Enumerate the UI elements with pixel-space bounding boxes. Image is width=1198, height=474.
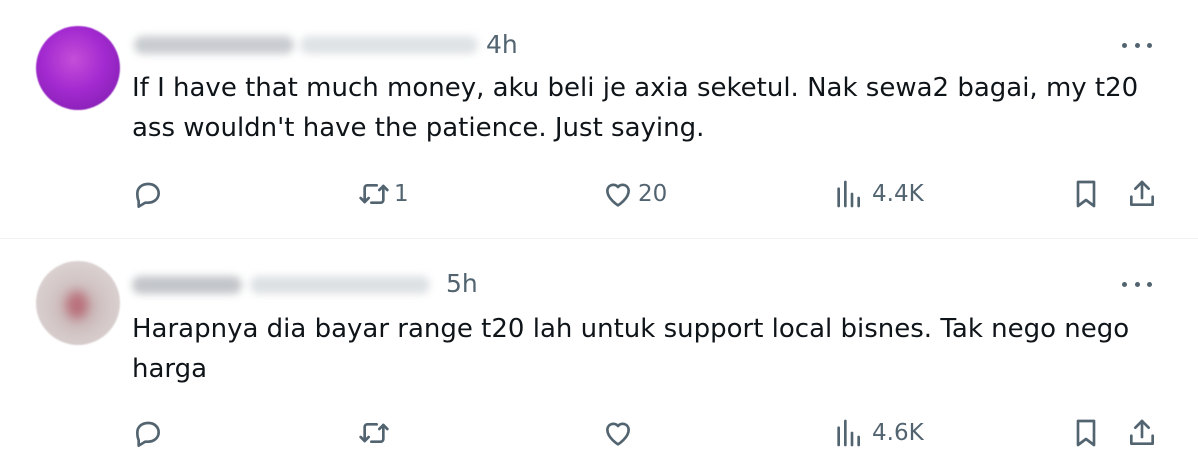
- share-icon: [1130, 419, 1154, 445]
- tweet[interactable]: 4h If I have that much money, aku beli j…: [0, 0, 1198, 239]
- reply-button[interactable]: [132, 413, 164, 453]
- like-button[interactable]: [602, 413, 638, 453]
- reply-icon: [136, 421, 160, 447]
- avatar[interactable]: [36, 26, 120, 110]
- share-button[interactable]: [1126, 413, 1158, 453]
- retweet-count: 1: [394, 181, 409, 207]
- like-count: 20: [638, 181, 668, 207]
- bookmark-button[interactable]: [1070, 174, 1102, 214]
- more-horizontal-icon[interactable]: [1122, 38, 1152, 52]
- retweet-icon: [359, 184, 389, 204]
- tweet-timestamp[interactable]: 4h: [486, 30, 518, 59]
- tweet-text: If I have that much money, aku beli je a…: [132, 73, 1139, 143]
- views-button[interactable]: 4.6K: [832, 413, 924, 453]
- tweet-timestamp[interactable]: 5h: [446, 269, 478, 298]
- share-button[interactable]: [1126, 174, 1158, 214]
- blurred-username[interactable]: [300, 36, 478, 54]
- heart-icon: [606, 422, 630, 446]
- views-count: 4.6K: [872, 420, 924, 446]
- blurred-display-name[interactable]: [134, 36, 294, 54]
- retweet-button[interactable]: 1: [358, 174, 409, 214]
- blurred-username[interactable]: [250, 276, 430, 294]
- tweet-text: Harapnya dia bayar range t20 lah untuk s…: [132, 314, 1130, 384]
- reply-button[interactable]: [132, 174, 164, 214]
- tweet-actions: 1 20 4.4K: [0, 174, 1198, 214]
- tweet[interactable]: 5h Harapnya dia bayar range t20 lah untu…: [0, 239, 1198, 474]
- retweet-icon: [359, 423, 389, 443]
- views-chart-icon: [837, 419, 860, 447]
- views-chart-icon: [837, 180, 860, 208]
- blurred-display-name[interactable]: [132, 276, 242, 294]
- heart-icon: [606, 183, 630, 207]
- bookmark-icon: [1076, 180, 1096, 208]
- bookmark-button[interactable]: [1070, 413, 1102, 453]
- like-button[interactable]: 20: [602, 174, 667, 214]
- views-count: 4.4K: [872, 181, 924, 207]
- bookmark-icon: [1076, 419, 1096, 447]
- reply-icon: [136, 182, 160, 208]
- more-horizontal-icon[interactable]: [1122, 277, 1152, 291]
- tweet-actions: 4.6K: [0, 413, 1198, 453]
- avatar[interactable]: [36, 261, 120, 345]
- views-button[interactable]: 4.4K: [832, 174, 924, 214]
- share-icon: [1130, 180, 1154, 206]
- retweet-button[interactable]: [358, 413, 394, 453]
